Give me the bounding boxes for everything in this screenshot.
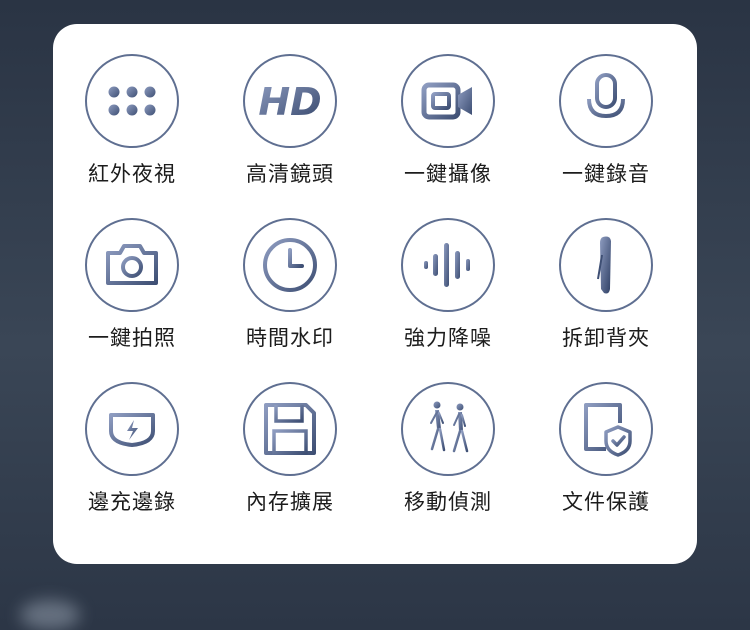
feature-grid: 紅外夜視 HD 高清鏡頭 一鍵攝像 一鍵錄音 一鍵拍照 時間水印 強力降噪 拆卸… bbox=[53, 54, 697, 516]
svg-text:HD: HD bbox=[258, 80, 321, 124]
feature-item-time-watermark: 時間水印 bbox=[211, 218, 369, 352]
feature-label: 強力降噪 bbox=[404, 326, 492, 350]
feature-icon-circle bbox=[85, 382, 179, 476]
clock-icon bbox=[263, 238, 317, 292]
feature-item-charge-while-recording: 邊充邊錄 bbox=[53, 382, 211, 516]
sound-wave-icon bbox=[424, 243, 470, 287]
feature-item-one-key-photo: 一鍵拍照 bbox=[53, 218, 211, 352]
back-clip-icon bbox=[597, 236, 611, 294]
feature-icon-circle bbox=[559, 382, 653, 476]
feature-label: 文件保護 bbox=[562, 490, 650, 514]
feature-card: 紅外夜視 HD 高清鏡頭 一鍵攝像 一鍵錄音 一鍵拍照 時間水印 強力降噪 拆卸… bbox=[53, 24, 697, 564]
dots-grid-icon bbox=[108, 86, 156, 116]
feature-icon-circle bbox=[559, 54, 653, 148]
feature-icon-circle bbox=[85, 218, 179, 312]
power-plug-icon bbox=[109, 401, 155, 458]
microphone-icon bbox=[587, 73, 625, 129]
feature-icon-circle bbox=[85, 54, 179, 148]
feature-item-memory-expansion: 內存擴展 bbox=[211, 382, 369, 516]
feature-item-file-protection: 文件保護 bbox=[527, 382, 685, 516]
feature-item-noise-reduction: 強力降噪 bbox=[369, 218, 527, 352]
hd-icon: HD bbox=[258, 80, 321, 124]
document-shield-icon bbox=[584, 403, 632, 457]
feature-label: 移動偵測 bbox=[404, 490, 492, 514]
feature-label: 時間水印 bbox=[246, 326, 334, 350]
feature-icon-circle bbox=[401, 54, 495, 148]
feature-label: 高清鏡頭 bbox=[246, 162, 334, 186]
feature-label: 一鍵錄音 bbox=[562, 162, 650, 186]
feature-label: 一鍵拍照 bbox=[88, 326, 176, 350]
photo-camera-icon bbox=[106, 244, 158, 285]
feature-item-one-key-record-video: 一鍵攝像 bbox=[369, 54, 527, 188]
feature-label: 內存擴展 bbox=[246, 490, 334, 514]
walking-people-icon bbox=[430, 401, 469, 453]
feature-label: 一鍵攝像 bbox=[404, 162, 492, 186]
feature-item-one-key-record-audio: 一鍵錄音 bbox=[527, 54, 685, 188]
feature-item-hd-lens: HD 高清鏡頭 bbox=[211, 54, 369, 188]
feature-item-motion-detection: 移動偵測 bbox=[369, 382, 527, 516]
feature-label: 拆卸背夾 bbox=[562, 326, 650, 350]
video-camera-icon bbox=[421, 82, 472, 120]
feature-icon-circle bbox=[559, 218, 653, 312]
feature-label: 邊充邊錄 bbox=[88, 490, 176, 514]
background-light-glow bbox=[20, 600, 80, 630]
feature-icon-circle bbox=[243, 218, 337, 312]
feature-item-detachable-clip: 拆卸背夾 bbox=[527, 218, 685, 352]
feature-icon-circle bbox=[401, 218, 495, 312]
feature-icon-circle bbox=[243, 382, 337, 476]
feature-label: 紅外夜視 bbox=[88, 162, 176, 186]
feature-item-night-vision: 紅外夜視 bbox=[53, 54, 211, 188]
floppy-disk-icon bbox=[264, 403, 316, 455]
feature-icon-circle: HD bbox=[243, 54, 337, 148]
feature-icon-circle bbox=[401, 382, 495, 476]
